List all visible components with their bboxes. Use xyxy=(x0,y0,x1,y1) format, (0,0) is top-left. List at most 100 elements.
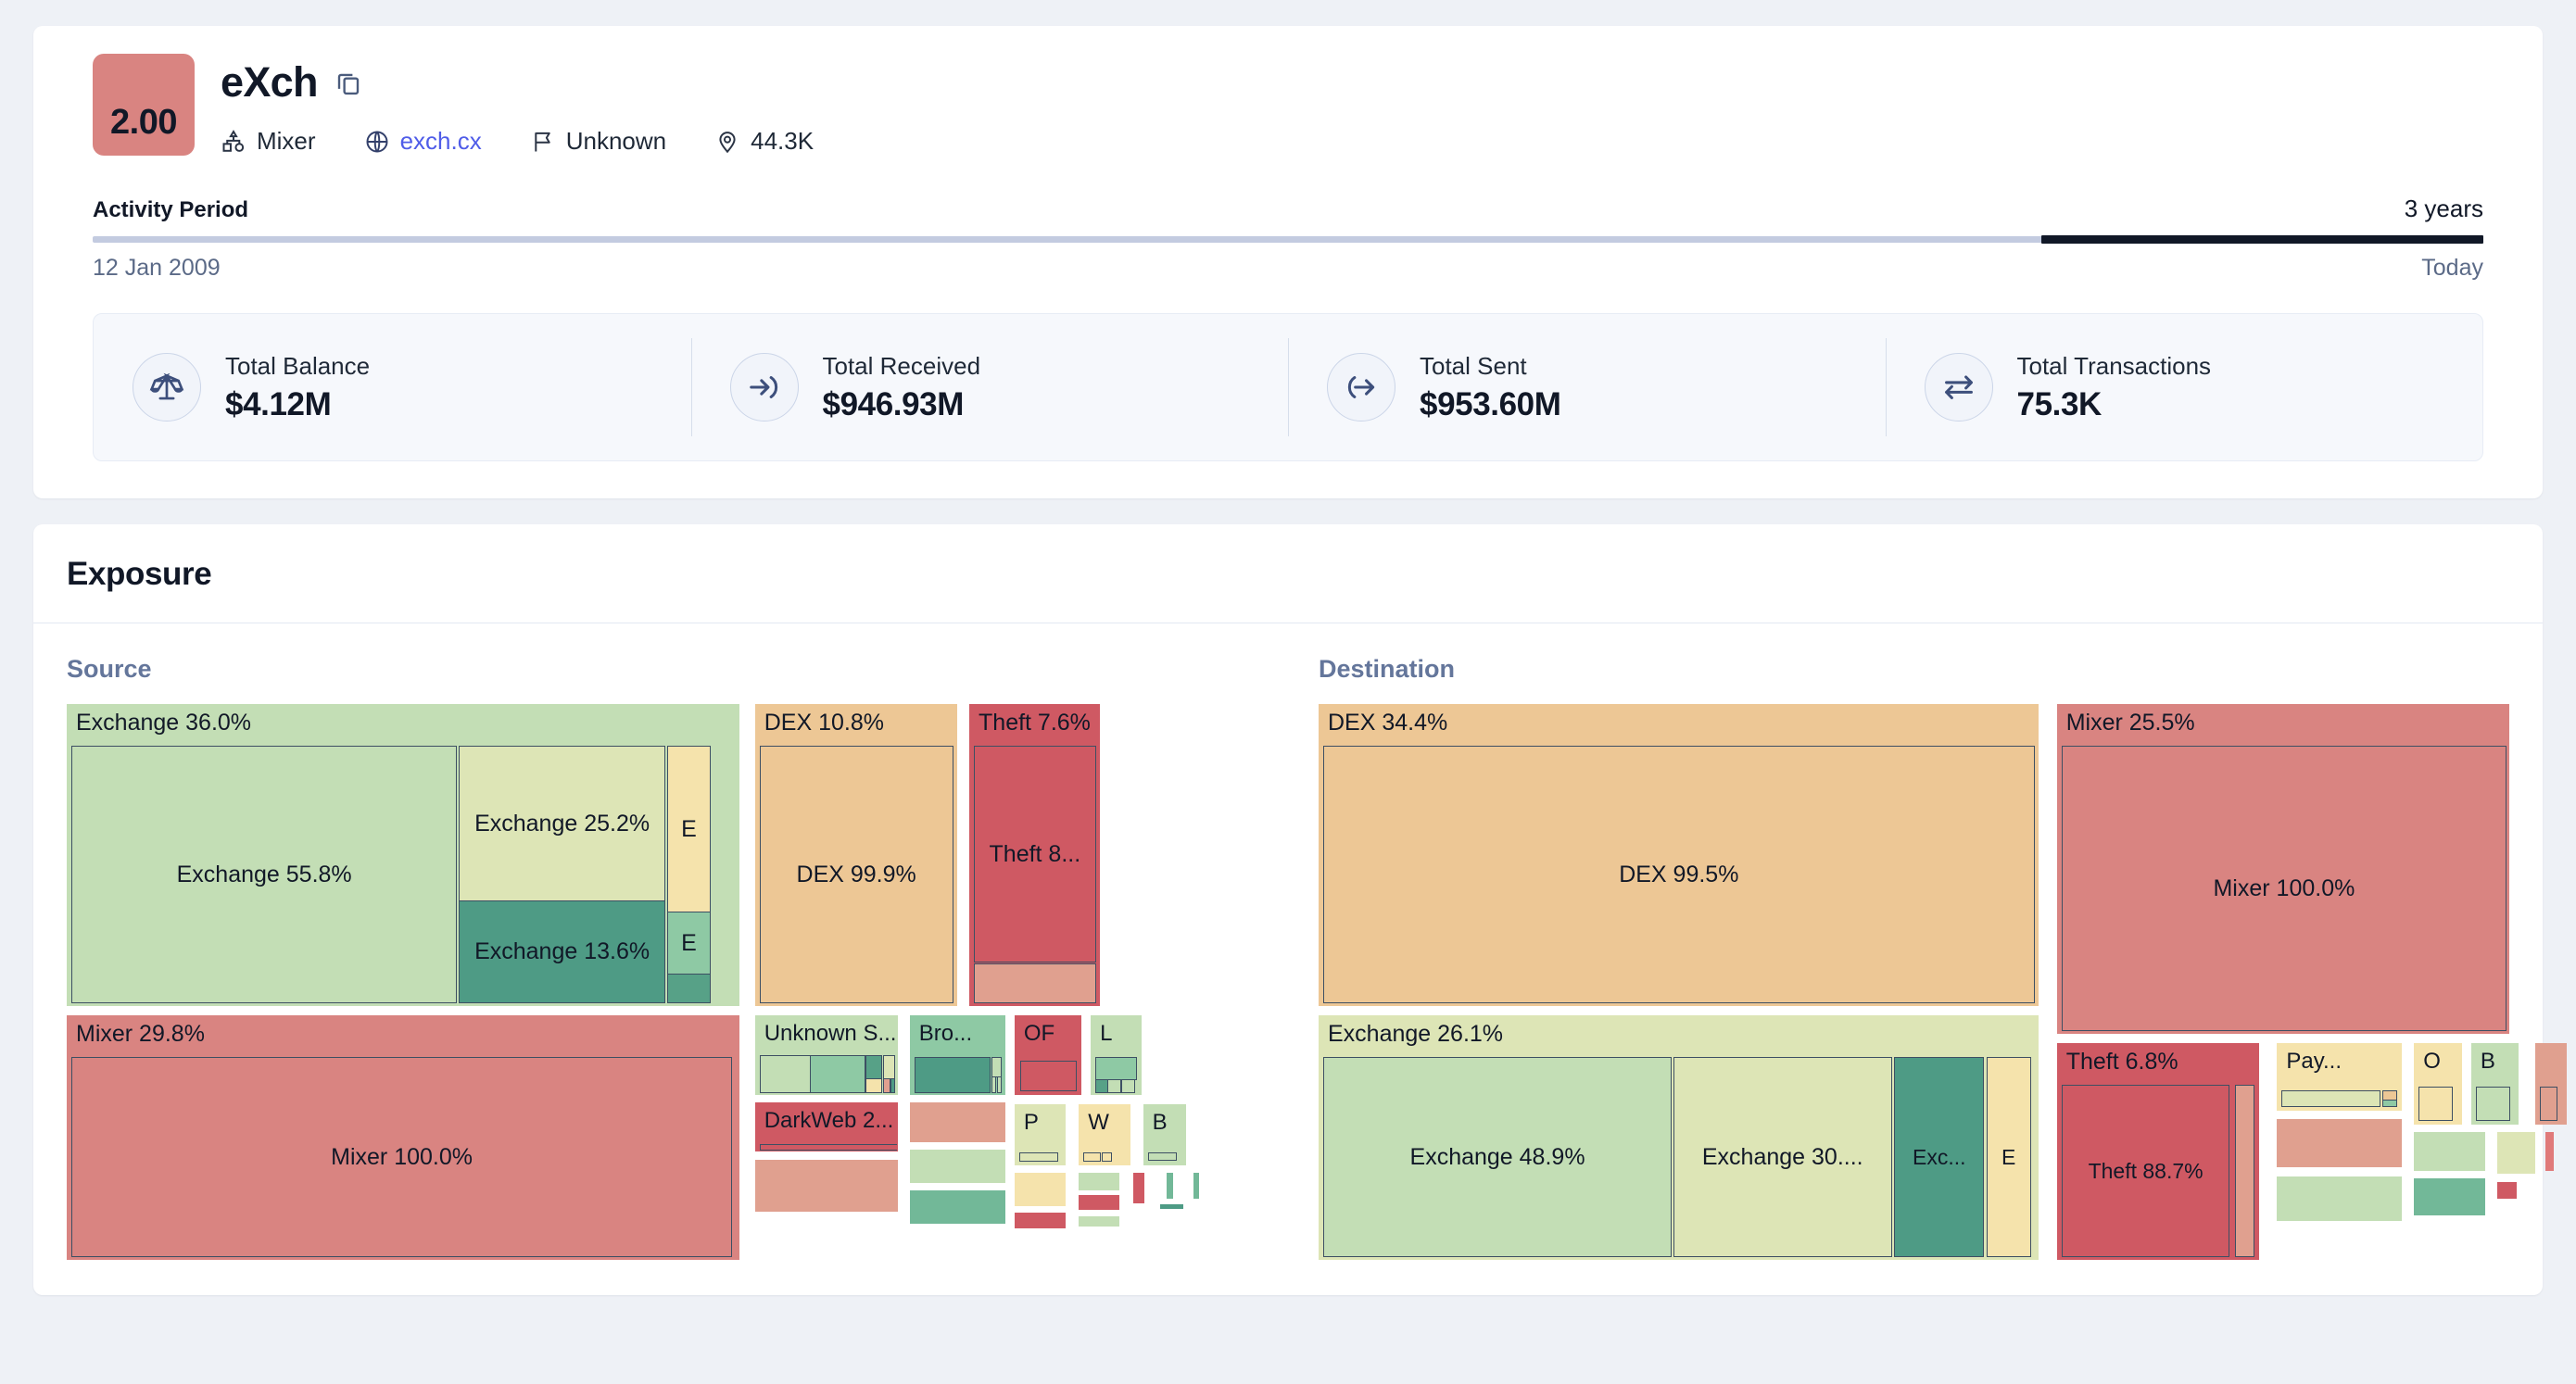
treemap-leaf[interactable] xyxy=(991,1057,1002,1077)
treemap-leaf[interactable] xyxy=(974,963,1096,1003)
treemap-leaf[interactable] xyxy=(865,1055,882,1079)
treemap-group-mixer[interactable]: Mixer 29.8% Mixer 100.0% xyxy=(67,1015,739,1260)
treemap-leaf[interactable]: Exchange 55.8% xyxy=(71,746,457,1003)
treemap-group-exchange[interactable]: Exchange 36.0% Exchange 55.8% Exchange 2… xyxy=(67,704,739,1006)
treemap-group-theft[interactable]: Theft 7.6% Theft 8... xyxy=(969,704,1100,1006)
treemap-leaf[interactable] xyxy=(2382,1100,2397,1107)
treemap-leaf[interactable] xyxy=(2235,1085,2254,1257)
treemap-leaf[interactable] xyxy=(991,1076,997,1093)
treemap-group-exchange[interactable]: Exchange 26.1% Exchange 48.9% Exchange 3… xyxy=(1319,1015,2039,1260)
meta-item-website[interactable]: exch.cx xyxy=(364,127,482,156)
treemap-leaf[interactable]: E xyxy=(667,746,710,912)
treemap-group-b[interactable]: B xyxy=(2471,1043,2519,1125)
treemap-leaf[interactable] xyxy=(1193,1173,1199,1199)
treemap-group-bridge[interactable]: Bro... xyxy=(910,1015,1005,1095)
treemap-group-p[interactable]: P xyxy=(1015,1104,1066,1165)
treemap-leaf[interactable] xyxy=(1107,1079,1121,1093)
treemap-leaf[interactable] xyxy=(1121,1079,1135,1093)
treemap-leaf[interactable] xyxy=(1133,1173,1144,1203)
treemap-leaf[interactable] xyxy=(2540,1087,2557,1121)
treemap-leaf[interactable] xyxy=(1148,1152,1178,1161)
treemap-leaf[interactable] xyxy=(910,1150,1005,1183)
treemap-leaf[interactable] xyxy=(910,1190,1005,1224)
destination-label: Destination xyxy=(1319,655,2509,684)
activity-end-date: Today xyxy=(2421,255,2483,282)
treemap-leaf[interactable] xyxy=(1079,1216,1119,1227)
treemap-leaf[interactable] xyxy=(2414,1132,2485,1171)
activity-period-dates: 12 Jan 2009 Today xyxy=(93,255,2483,282)
treemap-leaf[interactable] xyxy=(2418,1087,2453,1121)
treemap-leaf[interactable]: Exc... xyxy=(1894,1057,1984,1257)
treemap-leaf[interactable] xyxy=(2281,1090,2380,1107)
treemap-leaf[interactable] xyxy=(667,974,710,1003)
scales-icon xyxy=(133,353,201,421)
treemap-leaf[interactable] xyxy=(810,1055,865,1093)
treemap-leaf-label: Exchange 55.8% xyxy=(72,747,456,1002)
treemap-leaf[interactable] xyxy=(865,1078,882,1093)
treemap-leaf[interactable]: E xyxy=(667,912,710,975)
source-label: Source xyxy=(67,655,1257,684)
treemap-leaf[interactable] xyxy=(755,1160,898,1212)
treemap-leaf[interactable] xyxy=(2414,1178,2485,1215)
treemap-leaf[interactable] xyxy=(1079,1173,1119,1190)
treemap-leaf[interactable]: E xyxy=(1987,1057,2031,1257)
treemap-leaf[interactable] xyxy=(1015,1213,1066,1228)
treemap-leaf[interactable] xyxy=(2545,1132,2554,1171)
treemap-leaf[interactable]: Theft 88.7% xyxy=(2062,1085,2230,1257)
stat-label: Total Transactions xyxy=(2017,352,2212,381)
treemap-leaf[interactable] xyxy=(2277,1176,2402,1221)
treemap-group-unknown[interactable]: Unknown S... xyxy=(755,1015,898,1095)
treemap-group-dex[interactable]: DEX 10.8% DEX 99.9% xyxy=(755,704,957,1006)
treemap-group-theft[interactable]: Theft 6.8% Theft 88.7% xyxy=(2057,1043,2259,1260)
treemap-group-other[interactable] xyxy=(2535,1043,2566,1125)
treemap-leaf-label: E xyxy=(668,912,709,974)
treemap-leaf[interactable]: Mixer 100.0% xyxy=(2062,746,2507,1031)
meta-label-addresses: 44.3K xyxy=(751,127,814,156)
treemap-group-o[interactable]: O xyxy=(2414,1043,2461,1125)
treemap-leaf[interactable] xyxy=(2277,1119,2402,1167)
treemap-leaf[interactable]: Theft 8... xyxy=(974,746,1096,963)
treemap-leaf[interactable] xyxy=(883,1078,890,1093)
treemap-leaf[interactable]: Exchange 25.2% xyxy=(459,746,665,901)
treemap-leaf[interactable] xyxy=(1160,1204,1184,1209)
treemap-leaf[interactable] xyxy=(2497,1132,2535,1174)
treemap-leaf[interactable]: Exchange 30.... xyxy=(1673,1057,1893,1257)
treemap-leaf[interactable]: Exchange 48.9% xyxy=(1323,1057,1672,1257)
treemap-leaf[interactable] xyxy=(1020,1061,1078,1091)
treemap-group-payments[interactable]: Pay... xyxy=(2277,1043,2402,1111)
treemap-leaf[interactable] xyxy=(997,1076,1003,1093)
meta-label-website[interactable]: exch.cx xyxy=(400,127,482,156)
treemap-leaf[interactable] xyxy=(2497,1182,2517,1199)
treemap-leaf[interactable]: DEX 99.9% xyxy=(760,746,953,1003)
treemap-leaf[interactable] xyxy=(1083,1152,1101,1162)
treemap-leaf[interactable] xyxy=(2476,1087,2510,1121)
treemap-leaf[interactable]: Mixer 100.0% xyxy=(71,1057,732,1257)
source-treemap: Exchange 36.0% Exchange 55.8% Exchange 2… xyxy=(67,704,1257,1260)
treemap-leaf[interactable]: DEX 99.5% xyxy=(1323,746,2035,1003)
treemap-leaf[interactable] xyxy=(760,1144,898,1151)
copy-icon[interactable] xyxy=(335,69,362,96)
treemap-group-w[interactable]: W xyxy=(1079,1104,1130,1165)
meta-item-category: Mixer xyxy=(221,127,316,156)
treemap-group-dex[interactable]: DEX 34.4% DEX 99.5% xyxy=(1319,704,2039,1006)
meta-label-category: Mixer xyxy=(257,127,316,156)
treemap-group-darkweb[interactable]: DarkWeb 2... xyxy=(755,1102,898,1151)
treemap-leaf[interactable] xyxy=(1079,1195,1119,1210)
treemap-group-l[interactable]: L xyxy=(1091,1015,1142,1095)
treemap-group-b[interactable]: B xyxy=(1143,1104,1186,1165)
treemap-group-label: OF xyxy=(1024,1020,1054,1048)
treemap-leaf[interactable] xyxy=(1019,1152,1059,1162)
treemap-leaf[interactable] xyxy=(760,1055,814,1093)
treemap-group-mixer[interactable]: Mixer 25.5% Mixer 100.0% xyxy=(2057,704,2509,1034)
treemap-leaf[interactable] xyxy=(1167,1173,1172,1199)
treemap-leaf[interactable] xyxy=(1015,1173,1066,1206)
treemap-group-onlinefraud[interactable]: OF xyxy=(1015,1015,1081,1095)
treemap-leaf[interactable] xyxy=(890,1078,895,1093)
treemap-leaf[interactable] xyxy=(883,1055,895,1079)
treemap-leaf[interactable] xyxy=(1095,1057,1137,1080)
treemap-leaf[interactable] xyxy=(910,1102,1005,1142)
treemap-leaf[interactable]: Exchange 13.6% xyxy=(459,900,665,1003)
treemap-leaf[interactable] xyxy=(915,1057,991,1093)
arrow-into-icon xyxy=(730,353,799,421)
treemap-leaf[interactable] xyxy=(1102,1152,1113,1162)
